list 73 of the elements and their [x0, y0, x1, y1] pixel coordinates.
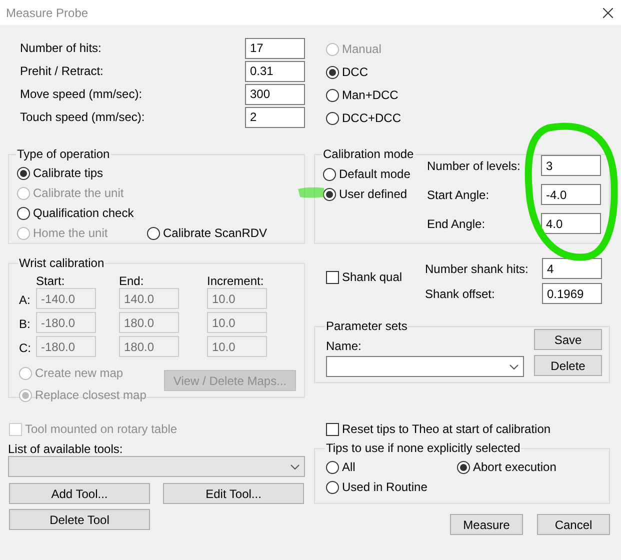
radio-button[interactable]	[323, 168, 336, 180]
group-title: Parameter sets	[325, 318, 408, 335]
axis-label: B:	[19, 316, 32, 333]
checkbox[interactable]	[326, 270, 339, 284]
field-label: Touch speed (mm/sec):	[20, 109, 145, 126]
push-button[interactable]: Cancel	[537, 514, 610, 535]
checkbox[interactable]	[326, 422, 339, 436]
caret-icon	[290, 464, 300, 470]
field-label: Prehit / Retract:	[20, 63, 104, 80]
radio-label: Man+DCC	[342, 87, 398, 104]
checkbox-label: Reset tips to Theo at start of calibration	[342, 421, 551, 438]
column-header: End:	[119, 273, 145, 288]
radio-label: DCC+DCC	[342, 110, 402, 127]
text-field[interactable]: 2	[245, 106, 305, 128]
field-label: End Angle:	[427, 216, 486, 232]
field-label: Number of levels:	[427, 158, 520, 174]
radio-label: Create new map	[35, 365, 124, 382]
radio-label: All	[342, 459, 356, 476]
axis-label: C:	[19, 340, 32, 357]
radio-label: Calibrate ScanRDV	[163, 225, 268, 242]
highlighter-mark	[298, 187, 324, 198]
push-button[interactable]: Measure	[450, 514, 523, 535]
radio-button[interactable]	[17, 206, 30, 220]
text-field[interactable]: 0.1969	[542, 283, 602, 304]
axis-label: A:	[19, 292, 32, 309]
radio-button[interactable]	[326, 66, 339, 78]
radio-label: Default mode	[339, 166, 410, 183]
column-header: Increment:	[207, 273, 265, 288]
radio-button[interactable]	[457, 460, 470, 474]
radio-button[interactable]	[326, 460, 339, 474]
text-field[interactable]: 0.31	[245, 60, 305, 82]
radio-button[interactable]	[323, 188, 336, 200]
field-label: Shank offset:	[425, 286, 495, 302]
radio-label: Qualification check	[33, 205, 134, 222]
radio-button[interactable]	[326, 112, 339, 124]
radio-button[interactable]	[326, 88, 339, 102]
radio-label: Calibrate tips	[33, 165, 104, 182]
field-label: List of available tools:	[8, 441, 124, 454]
caret-icon	[509, 364, 519, 370]
group-title: Type of operation	[16, 146, 111, 163]
checkbox-label: Tool mounted on rotary table	[25, 421, 178, 438]
window-title: Measure Probe	[6, 4, 88, 22]
radio-button[interactable]	[17, 166, 30, 180]
column-header: Start:	[36, 273, 66, 288]
radio-label: Calibrate the unit	[33, 185, 124, 202]
text-field[interactable]: 17	[245, 38, 305, 58]
radio-label: User defined	[339, 186, 408, 203]
radio-label: Manual	[342, 41, 382, 58]
group-title: Tips to use if none explicitly selected	[325, 440, 522, 457]
group-title: Calibration mode	[322, 146, 415, 163]
radio-label: Abort execution	[473, 459, 556, 476]
group-title: Wrist calibration	[18, 255, 106, 272]
field-label: Number shank hits:	[425, 260, 528, 278]
text-field[interactable]: 300	[245, 84, 305, 104]
text-field[interactable]: 4	[542, 258, 602, 279]
radio-button[interactable]	[147, 226, 160, 240]
radio-label: Used in Routine	[342, 479, 428, 496]
close-icon[interactable]	[603, 8, 613, 18]
radio-label: Home the unit	[33, 225, 108, 242]
push-button[interactable]: Save	[534, 329, 602, 350]
text-field[interactable]: -4.0	[541, 184, 601, 205]
field-label: Move speed (mm/sec):	[20, 86, 142, 103]
field-label: Number of hits:	[20, 40, 102, 57]
radio-label: DCC	[342, 64, 368, 81]
checkbox-label: Shank qual	[342, 269, 402, 286]
push-button[interactable]: Delete	[534, 355, 602, 376]
radio-label: Replace closest map	[35, 387, 146, 404]
field-label: Name:	[326, 338, 362, 353]
text-field[interactable]: 4.0	[541, 213, 601, 234]
dropdown[interactable]	[326, 356, 524, 377]
text-field[interactable]: 3	[541, 155, 601, 176]
field-label: Start Angle:	[427, 186, 490, 204]
radio-button[interactable]	[326, 480, 339, 494]
